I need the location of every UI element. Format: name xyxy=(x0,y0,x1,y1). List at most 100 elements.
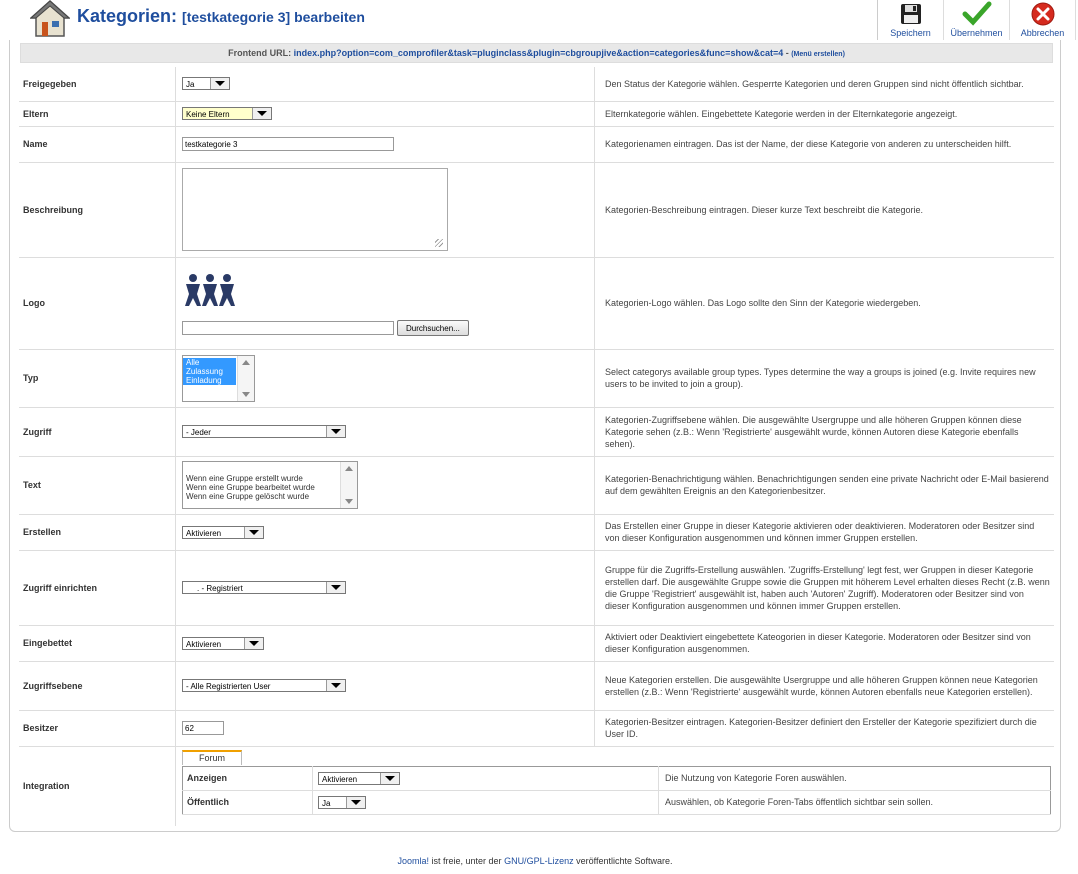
footer: Joomla! ist freie, unter der GNU/GPL-Liz… xyxy=(0,856,1070,866)
save-button[interactable]: Speichern xyxy=(878,0,944,40)
scrollbar[interactable] xyxy=(340,462,357,508)
row-published: Freigegeben Ja Den Status der Kategorie … xyxy=(19,67,1054,102)
chevron-down-icon xyxy=(326,426,345,437)
forum-public-label: Öffentlich xyxy=(182,790,313,815)
floppy-disk-icon xyxy=(900,4,921,24)
name-label: Name xyxy=(19,126,176,163)
frontend-url-bar: Frontend URL: index.php?option=com_compr… xyxy=(20,43,1053,63)
description-textarea[interactable] xyxy=(182,168,448,251)
create-access-select[interactable]: . - Registriert xyxy=(182,581,346,594)
frontend-url-label: Frontend URL: xyxy=(228,48,292,58)
cancel-button[interactable]: Abbrechen xyxy=(1010,0,1076,40)
row-owner: Besitzer 62 Kategorien-Besitzer eintrage… xyxy=(19,710,1054,747)
row-type: Typ Alle Zulassung Einladung Select cate… xyxy=(19,349,1054,408)
row-nested: Eingebettet Aktivieren Aktiviert oder De… xyxy=(19,625,1054,662)
checkmark-icon xyxy=(962,1,991,26)
tab-forum[interactable]: Forum xyxy=(182,749,243,765)
page-title: Kategorien: [testkategorie 3] bearbeiten xyxy=(77,6,365,26)
chevron-down-icon xyxy=(346,796,365,808)
row-integration: Integration Forum Anzeigen Aktivieren Di… xyxy=(19,746,1054,826)
forum-public-select[interactable]: Ja xyxy=(318,795,366,809)
row-name: Name testkategorie 3 Kategorienamen eint… xyxy=(19,126,1054,163)
create-menu-link[interactable]: (Menü erstellen) xyxy=(791,51,845,58)
text-desc: Kategorien-Benachrichtigung wählen. Bena… xyxy=(594,456,1054,515)
row-forum-public: Öffentlich Ja Auswählen, ob Kategorie Fo… xyxy=(182,790,1051,815)
nested-select[interactable]: Aktivieren xyxy=(182,636,264,650)
logo-preview xyxy=(182,270,594,320)
forum-public-desc: Auswählen, ob Kategorie Foren-Tabs öffen… xyxy=(658,790,1051,815)
owner-input[interactable]: 62 xyxy=(182,721,224,735)
browse-button[interactable]: Durchsuchen... xyxy=(397,320,469,336)
create-access-label: Zugriff einrichten xyxy=(19,550,176,626)
create-desc: Das Erstellen einer Gruppe in dieser Kat… xyxy=(594,514,1054,551)
row-create-access: Zugriff einrichten . - Registriert Grupp… xyxy=(19,550,1054,626)
footer-text-2: veröffentlichte Software. xyxy=(573,856,673,866)
nested-access-select[interactable]: - Alle Registrierten User xyxy=(182,679,346,692)
row-nested-access: Zugriffsebene - Alle Registrierten User … xyxy=(19,661,1054,711)
frontend-url-link[interactable]: index.php?option=com_comprofiler&task=pl… xyxy=(294,48,784,58)
text-label: Text xyxy=(19,456,176,515)
notification-option[interactable]: Wenn eine Gruppe gelöscht wurde xyxy=(183,492,339,501)
parent-select[interactable]: Keine Eltern xyxy=(182,107,272,120)
owner-label: Besitzer xyxy=(19,710,176,747)
integration-table: Anzeigen Aktivieren Die Nutzung von Kate… xyxy=(182,765,1051,815)
access-select[interactable]: - Jeder xyxy=(182,425,346,438)
page-header: Kategorien: [testkategorie 3] bearbeiten… xyxy=(0,0,1078,40)
type-desc: Select categorys available group types. … xyxy=(594,349,1054,408)
category-form: Freigegeben Ja Den Status der Kategorie … xyxy=(19,67,1054,826)
page-subtitle: [testkategorie 3] bearbeiten xyxy=(182,9,365,25)
published-label: Freigegeben xyxy=(19,67,176,102)
footer-text-1: ist freie, unter der xyxy=(429,856,505,866)
scrollbar[interactable] xyxy=(237,355,254,401)
row-access: Zugriff - Jeder Kategorien-Zugriffsebene… xyxy=(19,407,1054,457)
parent-label: Eltern xyxy=(19,101,176,127)
description-desc: Kategorien-Beschreibung eintragen. Diese… xyxy=(594,162,1054,258)
apply-button[interactable]: Übernehmen xyxy=(944,0,1010,40)
name-input[interactable]: testkategorie 3 xyxy=(182,137,394,151)
notification-listbox[interactable]: Wenn eine Gruppe erstellt wurde Wenn ein… xyxy=(182,461,358,509)
description-label: Beschreibung xyxy=(19,162,176,258)
nested-label: Eingebettet xyxy=(19,625,176,662)
chevron-down-icon xyxy=(244,637,263,649)
category-house-icon xyxy=(29,0,71,38)
type-listbox[interactable]: Alle Zulassung Einladung xyxy=(182,354,255,402)
row-parent: Eltern Keine Eltern Elternkategorie wähl… xyxy=(19,101,1054,127)
row-forum-show: Anzeigen Aktivieren Die Nutzung von Kate… xyxy=(182,766,1051,791)
nested-desc: Aktiviert oder Deaktiviert eingebettete … xyxy=(594,625,1054,662)
license-link[interactable]: GNU/GPL-Lizenz xyxy=(504,856,574,866)
save-label: Speichern xyxy=(890,28,931,38)
notification-option[interactable]: Wenn eine Gruppe bearbeitet wurde xyxy=(183,483,339,492)
apply-label: Übernehmen xyxy=(950,28,1003,38)
forum-show-desc: Die Nutzung von Kategorie Foren auswähle… xyxy=(658,766,1051,791)
chevron-down-icon xyxy=(244,526,263,538)
notification-option[interactable]: Wenn eine Gruppe erstellt wurde xyxy=(183,474,339,483)
forum-show-select[interactable]: Aktivieren xyxy=(318,771,400,785)
parent-desc: Elternkategorie wählen. Eingebettete Kat… xyxy=(594,101,1054,127)
access-label: Zugriff xyxy=(19,407,176,457)
close-icon xyxy=(1031,2,1054,26)
group-people-icon xyxy=(185,274,235,306)
toolbar: Speichern Übernehmen Abbrechen xyxy=(877,0,1076,40)
forum-show-label: Anzeigen xyxy=(182,766,313,791)
cancel-label: Abbrechen xyxy=(1020,28,1065,38)
logo-file-input[interactable] xyxy=(182,321,394,335)
row-logo: Logo Durchsuchen... Kategorien-Logo wähl… xyxy=(19,257,1054,350)
chevron-down-icon xyxy=(210,78,229,90)
chevron-down-icon xyxy=(326,582,345,593)
row-description: Beschreibung Kategorien-Beschreibung ein… xyxy=(19,162,1054,258)
type-option[interactable]: Einladung xyxy=(183,375,236,385)
nested-access-label: Zugriffsebene xyxy=(19,661,176,711)
type-label: Typ xyxy=(19,349,176,408)
joomla-link[interactable]: Joomla! xyxy=(398,856,430,866)
integration-label: Integration xyxy=(23,781,70,792)
type-option[interactable]: Alle xyxy=(183,357,236,367)
row-create: Erstellen Aktivieren Das Erstellen einer… xyxy=(19,514,1054,551)
resize-grip-icon xyxy=(435,239,443,247)
create-access-desc: Gruppe für die Zugriffs-Erstellung auswä… xyxy=(594,550,1054,626)
published-select[interactable]: Ja xyxy=(182,77,230,91)
create-select[interactable]: Aktivieren xyxy=(182,525,264,539)
chevron-down-icon xyxy=(326,680,345,691)
chevron-down-icon xyxy=(252,108,271,119)
type-option[interactable]: Zulassung xyxy=(183,366,236,376)
nested-access-desc: Neue Kategorien erstellen. Die ausgewähl… xyxy=(594,661,1054,711)
